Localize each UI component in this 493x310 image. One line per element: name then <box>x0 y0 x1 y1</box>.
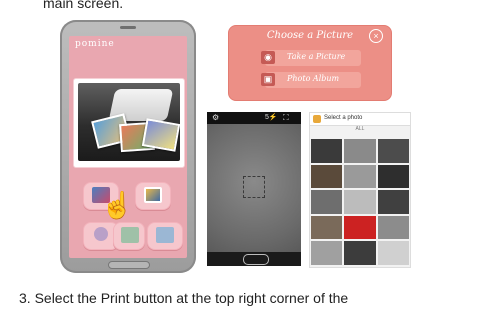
manual-page: main screen. pomine ☝ Choose a Picture ×… <box>0 0 493 310</box>
photo-thumbnail[interactable] <box>344 190 376 214</box>
gallery-screenshot: Select a photo ALL <box>309 112 411 268</box>
intro-text-tail: main screen. <box>43 0 124 11</box>
camera-screenshot: ⚙ 5⚡ ⛶ <box>207 112 301 266</box>
take-picture-label: Take a Picture <box>287 52 346 61</box>
photo-thumbnail[interactable] <box>377 164 409 189</box>
dialog-title: Choose a Picture <box>266 30 354 41</box>
frame-button[interactable] <box>135 182 171 210</box>
gallery-app-icon <box>313 115 321 123</box>
photo-thumbnail[interactable] <box>311 241 343 265</box>
photo-thumbnail[interactable] <box>311 139 343 163</box>
menu-button-4[interactable] <box>113 222 145 250</box>
photo-thumbnail[interactable] <box>311 215 343 240</box>
camera-icon: ◉ <box>261 51 275 64</box>
tools-icon <box>156 227 174 243</box>
phone-screen: pomine ☝ <box>69 36 187 258</box>
pointing-hand-icon: ☝ <box>101 190 134 220</box>
app-title: pomine <box>75 39 115 49</box>
photo-grid <box>311 139 409 265</box>
photo-thumbnail[interactable] <box>344 164 376 189</box>
shutter-icon[interactable] <box>243 254 269 265</box>
printer-photo <box>78 83 180 161</box>
focus-box <box>243 176 265 198</box>
close-circle-icon[interactable]: × <box>369 29 383 43</box>
choose-picture-dialog: Choose a Picture × ◉ Take a Picture ▣ Ph… <box>228 25 392 101</box>
home-button[interactable] <box>108 261 150 269</box>
gallery-header: Select a photo <box>310 113 410 126</box>
photo-album-option[interactable]: ▣ Photo Album <box>261 72 361 88</box>
camera-bottom-bar <box>207 252 301 266</box>
photo-album-label: Photo Album <box>287 74 340 83</box>
gallery-title: Select a photo <box>324 115 363 121</box>
take-picture-option[interactable]: ◉ Take a Picture <box>261 50 361 66</box>
photo-thumbnail[interactable] <box>344 241 376 265</box>
photo-album-icon: ▣ <box>261 73 275 86</box>
photo-thumbnail[interactable] <box>377 215 409 240</box>
settings-button[interactable] <box>147 222 183 250</box>
gear-icon[interactable]: ⚙ <box>212 113 219 122</box>
circle-icon <box>94 227 108 241</box>
photo-thumbnail[interactable] <box>377 139 409 163</box>
camera-mode-icon[interactable]: ⛶ <box>283 113 289 123</box>
card-icon <box>121 227 139 243</box>
photo-thumbnail[interactable] <box>311 190 343 214</box>
photo-thumbnail[interactable] <box>377 241 409 265</box>
photo-thumbnail[interactable] <box>377 190 409 214</box>
gallery-album-label: ALL <box>355 126 365 132</box>
photo-thumbnail[interactable] <box>344 139 376 163</box>
printer-image-panel <box>73 78 185 168</box>
photo-thumbnail[interactable] <box>344 215 376 240</box>
phone-speaker <box>120 26 136 29</box>
phone-illustration: pomine ☝ <box>60 20 196 273</box>
photo-thumbnail[interactable] <box>311 164 343 189</box>
photo-card <box>141 118 180 152</box>
frame-icon <box>144 187 162 203</box>
camera-top-bar: ⚙ 5⚡ ⛶ <box>207 112 301 124</box>
camera-viewfinder <box>207 124 301 252</box>
flash-indicator[interactable]: 5⚡ <box>265 113 278 121</box>
step-3-text: 3. Select the Print button at the top ri… <box>19 290 349 306</box>
